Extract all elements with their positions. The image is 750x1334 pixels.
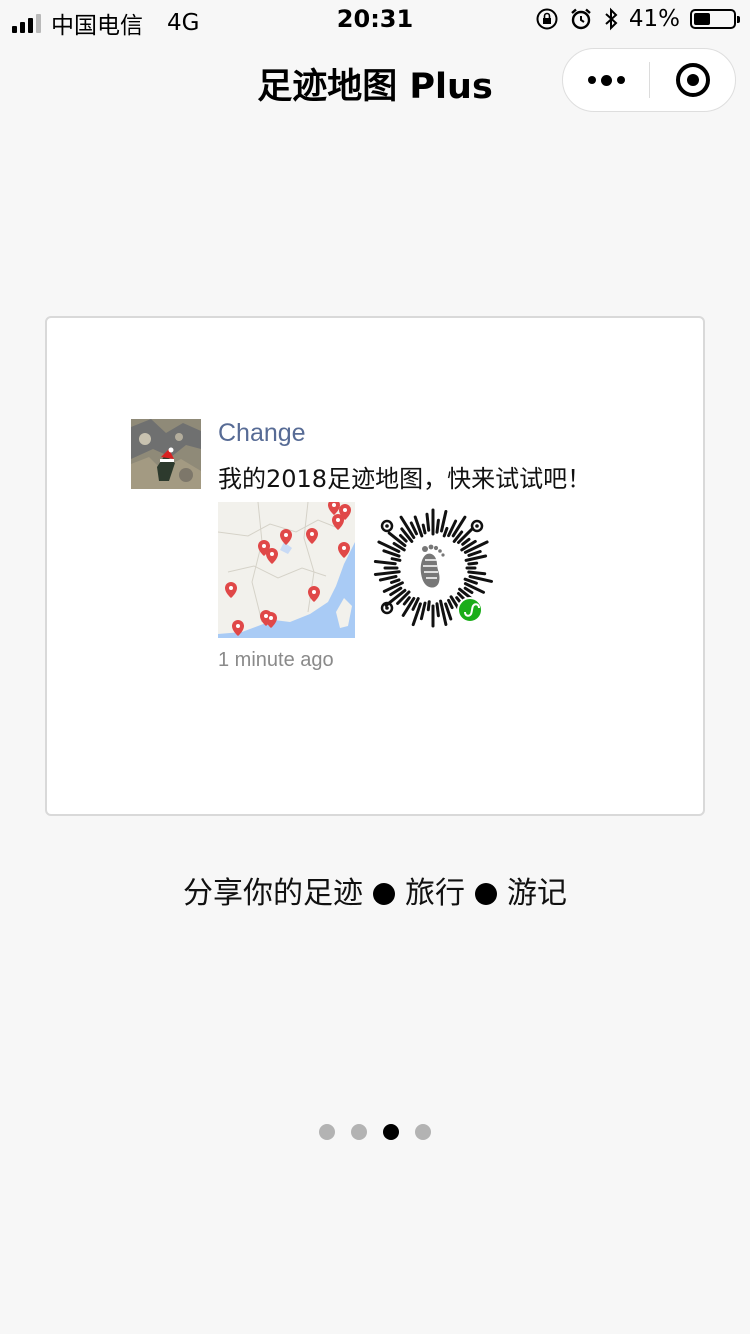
- page-dot[interactable]: [319, 1124, 335, 1140]
- post-timestamp: 1 minute ago: [218, 649, 334, 671]
- battery-icon: [690, 9, 740, 29]
- avatar: [131, 419, 201, 489]
- share-preview-card: Change 我的2018足迹地图，快来试试吧！ 1 minute ago: [45, 316, 705, 816]
- page-dot[interactable]: [415, 1124, 431, 1140]
- more-dots-icon: [587, 76, 596, 84]
- post-text: 我的2018足迹地图，快来试试吧！: [218, 465, 592, 493]
- bluetooth-icon: [605, 7, 618, 31]
- mini-program-capsule: [562, 48, 736, 112]
- footprint-map-image[interactable]: [218, 502, 355, 638]
- close-button[interactable]: [650, 49, 735, 111]
- alarm-icon: [571, 8, 591, 30]
- page-dot[interactable]: [351, 1124, 367, 1140]
- status-bar: 中国电信 4G 20:31 41%: [0, 0, 750, 40]
- tagline-share: 分享你的足迹: [183, 876, 363, 911]
- bullet-icon: [475, 883, 497, 905]
- orientation-lock-icon: [536, 8, 558, 30]
- status-right: 41%: [535, 6, 740, 32]
- nav-bar: 足迹地图 Plus: [0, 40, 750, 126]
- mini-program-code[interactable]: [367, 502, 499, 634]
- page-dot[interactable]: [383, 1124, 399, 1140]
- bullet-icon: [373, 883, 395, 905]
- tagline-notes: 游记: [507, 876, 567, 911]
- username-link[interactable]: Change: [218, 419, 306, 448]
- more-button[interactable]: [563, 49, 649, 111]
- page-indicator: [0, 1124, 750, 1140]
- feature-tagline: 分享你的足迹 旅行 游记: [0, 868, 750, 912]
- target-close-icon: [675, 63, 710, 97]
- battery-percent: 41%: [628, 6, 680, 32]
- tagline-travel: 旅行: [405, 876, 465, 911]
